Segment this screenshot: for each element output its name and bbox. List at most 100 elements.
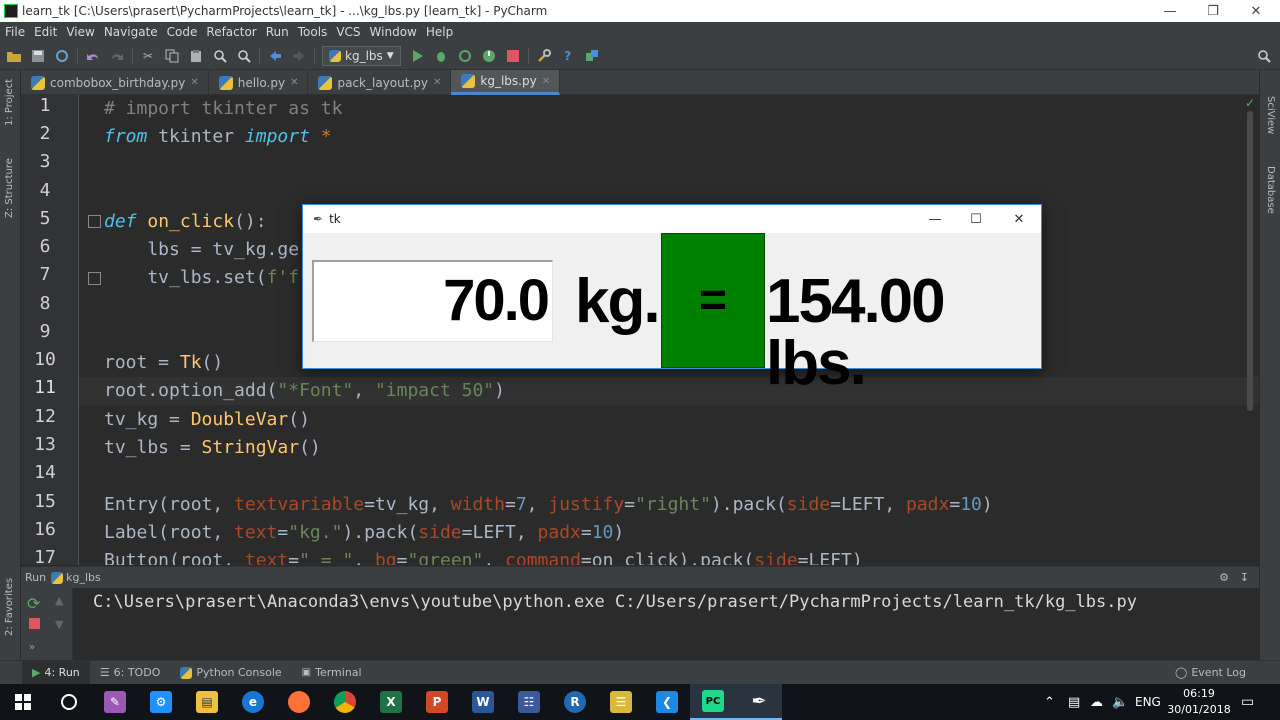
help-icon[interactable]: ?: [560, 48, 576, 64]
close-tab-icon[interactable]: ✕: [542, 76, 550, 87]
rerun-icon[interactable]: ⟳: [27, 594, 40, 613]
copy-icon[interactable]: [164, 48, 180, 64]
tab-pack-layout[interactable]: pack_layout.py ✕: [308, 70, 452, 95]
debug-icon[interactable]: [433, 48, 449, 64]
close-tab-icon[interactable]: ✕: [433, 77, 441, 88]
taskbar-word-app[interactable]: W: [460, 684, 506, 720]
tk-maximize-button[interactable]: ☐: [954, 205, 998, 233]
taskbar-python-app[interactable]: ✒: [736, 684, 782, 720]
taskbar-firefox-app[interactable]: [276, 684, 322, 720]
tab-terminal[interactable]: ▣ Terminal: [292, 661, 372, 685]
taskbar-notes-app[interactable]: ☰: [598, 684, 644, 720]
menu-window[interactable]: Window: [365, 25, 421, 39]
hide-panel-icon[interactable]: ↧: [1240, 571, 1249, 584]
kg-entry[interactable]: 70.0: [312, 260, 553, 342]
back-icon[interactable]: [267, 48, 283, 64]
undo-icon[interactable]: [85, 48, 101, 64]
tab-hello[interactable]: hello.py ✕: [209, 70, 309, 95]
start-button[interactable]: [0, 684, 46, 720]
save-icon[interactable]: [30, 48, 46, 64]
menu-file[interactable]: File: [0, 25, 29, 39]
fold-marker-icon[interactable]: [88, 272, 101, 285]
stop-icon[interactable]: [505, 48, 521, 64]
menu-code[interactable]: Code: [162, 25, 202, 39]
stop-icon[interactable]: [29, 618, 40, 629]
run-icon[interactable]: [409, 48, 425, 64]
menu-view[interactable]: View: [61, 25, 98, 39]
tab-todo[interactable]: ☰ 6: TODO: [90, 661, 171, 685]
paste-icon[interactable]: [188, 48, 204, 64]
tk-minimize-button[interactable]: —: [913, 205, 957, 233]
scroll-up-icon[interactable]: ▲: [55, 594, 63, 607]
tab-python-console[interactable]: Python Console: [170, 661, 291, 685]
onedrive-icon[interactable]: ☁: [1090, 695, 1103, 710]
search-everywhere-icon[interactable]: [1256, 48, 1272, 64]
replace-icon[interactable]: [236, 48, 252, 64]
taskbar-excel-app[interactable]: X: [368, 684, 414, 720]
tab-run[interactable]: ▶ 4: Run: [22, 660, 90, 685]
more-icon[interactable]: »: [29, 642, 35, 653]
menu-vcs[interactable]: VCS: [331, 25, 364, 39]
scroll-down-icon[interactable]: ▼: [55, 618, 63, 631]
favorites-tool-tab[interactable]: 2: Favorites: [4, 578, 15, 636]
clock-time[interactable]: 06:19: [1168, 687, 1230, 700]
project-tool-tab[interactable]: 1: Project: [4, 79, 15, 126]
cortana-button[interactable]: [46, 684, 92, 720]
notification-icon[interactable]: ▭: [1241, 694, 1254, 710]
close-tab-icon[interactable]: ✕: [290, 77, 298, 88]
tk-body: 70.0 kg. = 154.00 lbs.: [303, 233, 1041, 395]
network-tray-icon[interactable]: ▤: [1068, 695, 1080, 710]
convert-button[interactable]: =: [661, 233, 765, 368]
taskbar-paint-app[interactable]: ✎: [92, 684, 138, 720]
maximize-button[interactable]: ❐: [1190, 0, 1236, 22]
tk-close-button[interactable]: ✕: [997, 205, 1041, 233]
code-line: Entry(root, textvariable=tv_kg, width=7,…: [104, 494, 993, 515]
close-tab-icon[interactable]: ✕: [190, 77, 198, 88]
close-button[interactable]: ✕: [1233, 0, 1279, 22]
clock-date[interactable]: 30/01/2018: [1166, 703, 1232, 716]
taskbar-network-app[interactable]: ☷: [506, 684, 552, 720]
sync-icon[interactable]: [54, 48, 70, 64]
taskbar-settings-app[interactable]: ⚙: [138, 684, 184, 720]
menu-run[interactable]: Run: [261, 25, 293, 39]
tab-combobox-birthday[interactable]: combobox_birthday.py ✕: [21, 70, 209, 95]
forward-icon[interactable]: [291, 48, 307, 64]
redo-icon[interactable]: [109, 48, 125, 64]
taskbar-powerpoint-app[interactable]: P: [414, 684, 460, 720]
tab-kg-lbs[interactable]: kg_lbs.py ✕: [451, 70, 561, 95]
coverage-icon[interactable]: [457, 48, 473, 64]
settings-wrench-icon[interactable]: [536, 48, 552, 64]
language-indicator[interactable]: ENG: [1135, 695, 1161, 709]
taskbar-explorer-app[interactable]: ▤: [184, 684, 230, 720]
taskbar-r-app[interactable]: R: [552, 684, 598, 720]
menu-tools[interactable]: Tools: [293, 25, 332, 39]
sciview-tool-tab[interactable]: SciView: [1265, 96, 1276, 134]
open-folder-icon[interactable]: [6, 48, 22, 64]
profile-icon[interactable]: [481, 48, 497, 64]
taskbar-chrome-app[interactable]: [322, 684, 368, 720]
run-config-name[interactable]: kg_lbs: [66, 571, 101, 584]
tab-event-log[interactable]: ◯ Event Log: [1165, 661, 1256, 685]
menu-navigate[interactable]: Navigate: [99, 25, 162, 39]
chevron-up-icon[interactable]: ⌃: [1044, 695, 1055, 710]
volume-icon[interactable]: 🔈: [1112, 695, 1128, 710]
taskbar-pycharm-app[interactable]: PC: [690, 684, 736, 720]
structure-tool-tab[interactable]: Z: Structure: [4, 158, 15, 218]
vcs-update-icon[interactable]: [584, 48, 600, 64]
taskbar-vscode-app[interactable]: ❮: [644, 684, 690, 720]
taskbar-edge-app[interactable]: e: [230, 684, 276, 720]
run-config-select[interactable]: kg_lbs ▼: [322, 45, 401, 66]
tk-window: ✒ tk — ☐ ✕ 70.0 kg. = 154.00 lbs.: [302, 204, 1042, 395]
menu-refactor[interactable]: Refactor: [201, 25, 260, 39]
minimize-button[interactable]: —: [1147, 0, 1193, 22]
line-number: 7: [39, 264, 51, 285]
menu-edit[interactable]: Edit: [29, 25, 61, 39]
cut-icon[interactable]: ✂: [140, 48, 156, 64]
menu-help[interactable]: Help: [421, 25, 457, 39]
gear-icon[interactable]: ⚙: [1219, 571, 1229, 584]
excel-icon: X: [380, 691, 402, 713]
find-icon[interactable]: [212, 48, 228, 64]
editor-scrollbar[interactable]: [1247, 111, 1253, 411]
database-tool-tab[interactable]: Database: [1265, 166, 1276, 214]
fold-marker-icon[interactable]: [88, 215, 101, 228]
